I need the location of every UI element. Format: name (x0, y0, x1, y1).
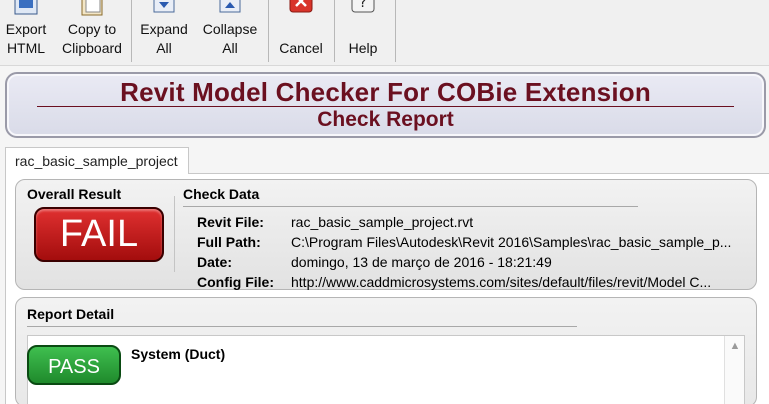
banner-subtitle: Check Report (317, 108, 454, 131)
report-detail-label: Report Detail (27, 306, 115, 322)
expand-all-button[interactable]: Expand All (136, 0, 192, 62)
date-row: Date: domingo, 13 de março de 2016 - 18:… (197, 254, 757, 274)
report-detail-rule (27, 326, 577, 327)
clipboard-icon (81, 0, 103, 16)
help-label: Help (348, 40, 378, 56)
check-data-label: Check Data (183, 186, 260, 202)
full-path-row: Full Path: C:\Program Files\Autodesk\Rev… (197, 234, 757, 254)
report-header-banner: Revit Model Checker For COBie Extension … (5, 72, 766, 138)
tab-label: rac_basic_sample_project (15, 153, 178, 169)
export-html-button[interactable]: Export HTML (2, 0, 50, 62)
copy-to-clipboard-button[interactable]: Copy to Clipboard (58, 0, 126, 62)
help-button[interactable]: ? Help (340, 0, 386, 62)
collapse-all-icon (219, 0, 241, 13)
config-file-row: Config File: http://www.caddmicrosystems… (197, 274, 757, 294)
overall-result-badge: FAIL (34, 207, 164, 262)
date-key: Date: (197, 254, 233, 270)
toolbar-separator (395, 0, 396, 62)
expand-all-icon (153, 0, 175, 13)
export-html-icon (14, 0, 38, 15)
export-html-label: Export HTML (5, 21, 47, 56)
cancel-label: Cancel (279, 40, 323, 56)
tab-rac-basic-sample-project[interactable]: rac_basic_sample_project (5, 147, 189, 174)
summary-divider (174, 196, 175, 272)
config-file-value: http://www.caddmicrosystems.com/sites/de… (291, 274, 712, 290)
summary-group: Overall Result FAIL Check Data Revit Fil… (15, 179, 757, 290)
svg-text:?: ? (359, 0, 366, 11)
cancel-icon (289, 0, 313, 13)
full-path-key: Full Path: (197, 234, 261, 250)
report-detail-group: Report Detail ▲ PASS System (Duct) (15, 297, 757, 404)
item-status-badge: PASS (27, 345, 121, 385)
toolbar-separator (131, 0, 132, 62)
revit-file-key: Revit File: (197, 214, 264, 230)
cancel-button[interactable]: Cancel (274, 0, 328, 62)
expand-all-label: Expand All (140, 21, 188, 56)
copy-to-clipboard-label: Copy to Clipboard (62, 21, 122, 56)
date-value: domingo, 13 de março de 2016 - 18:21:49 (291, 254, 552, 270)
banner-title: Revit Model Checker For COBie Extension (120, 77, 651, 107)
scroll-up-icon[interactable]: ▲ (729, 340, 741, 352)
collapse-all-button[interactable]: Collapse All (198, 0, 262, 62)
collapse-all-label: Collapse All (202, 21, 258, 56)
item-title: System (Duct) (131, 346, 226, 362)
help-icon: ? (351, 0, 375, 13)
toolbar-separator (334, 0, 335, 62)
config-file-key: Config File: (197, 274, 274, 290)
revit-file-value: rac_basic_sample_project.rvt (291, 214, 474, 230)
banner-divider (37, 106, 734, 107)
check-data-rule (183, 206, 638, 207)
toolbar-separator (268, 0, 269, 62)
overall-result-label: Overall Result (27, 186, 122, 202)
vertical-scrollbar[interactable]: ▲ (724, 336, 744, 404)
toolbar: Export HTML Copy to Clipboard Expand All… (0, 0, 769, 66)
revit-file-row: Revit File: rac_basic_sample_project.rvt (197, 214, 757, 234)
full-path-value: C:\Program Files\Autodesk\Revit 2016\Sam… (291, 234, 732, 250)
